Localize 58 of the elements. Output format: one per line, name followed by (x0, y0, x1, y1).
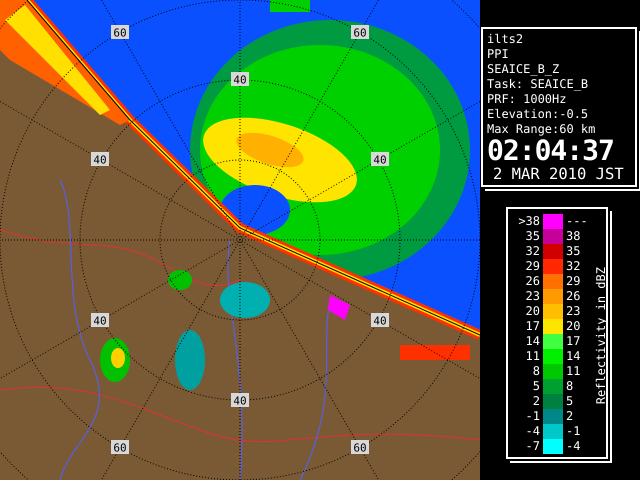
range-label: 60 (111, 440, 129, 454)
legend-value: 11 (566, 364, 582, 379)
radar-echo (100, 338, 130, 382)
radar-echo (400, 345, 470, 360)
radar-echo (220, 282, 270, 318)
range-label: 40 (231, 393, 249, 408)
legend-value: 5 (532, 379, 540, 394)
range-label: 40 (371, 313, 389, 328)
legend-value: 35 (524, 229, 540, 244)
legend-value: 26 (524, 274, 540, 289)
legend-value: 8 (532, 364, 540, 379)
legend-value: 20 (524, 304, 540, 319)
legend-value: -7 (524, 439, 540, 454)
date-text: 2 MAR 2010 JST (493, 165, 625, 183)
legend-value: 17 (524, 319, 540, 334)
info-text: ilts2 (487, 32, 524, 47)
range-label: 60 (351, 25, 369, 40)
legend-value: --- (566, 214, 589, 229)
legend-value: 20 (566, 319, 582, 334)
legend-value: 32 (566, 259, 582, 274)
legend-value: -1 (566, 424, 582, 439)
radar-echo (175, 330, 205, 390)
radar-echo (270, 0, 310, 12)
legend-value: 29 (566, 274, 582, 289)
info-text: Max Range:60 km (487, 122, 596, 137)
legend-value: 26 (566, 289, 582, 304)
legend-value: >38 (517, 214, 540, 229)
legend-value: 35 (566, 244, 582, 259)
legend-value: -4 (566, 439, 582, 454)
info-text: Elevation:-0.5 (487, 107, 590, 122)
legend-value: -4 (524, 424, 540, 439)
legend-value: 29 (524, 259, 540, 274)
info-text: PPI (487, 47, 510, 62)
range-label: 60 (111, 25, 129, 40)
legend-value: 5 (566, 394, 574, 409)
legend-value: 38 (566, 229, 582, 244)
range-label: 40 (91, 313, 109, 328)
legend-value: 8 (566, 379, 574, 394)
info-text: PRF: 1000Hz (487, 92, 568, 107)
range-label: 40 (231, 72, 249, 86)
range-label: 40 (371, 152, 389, 166)
info-text: Task: SEAICE_B (487, 77, 590, 92)
range-label: 60 (351, 440, 369, 454)
time-text: 02:04:37 (487, 137, 615, 165)
legend-value: 23 (566, 304, 582, 319)
radar-echo (328, 295, 350, 320)
legend-value: 17 (566, 334, 582, 349)
legend-value: -1 (524, 409, 540, 424)
legend-value: 14 (524, 334, 540, 349)
legend-value: 23 (524, 289, 540, 304)
info-text: SEAICE_B_Z (487, 62, 560, 77)
legend-value: 2 (566, 409, 574, 424)
legend-value: 11 (524, 349, 540, 364)
legend-title: Reflectivity in dBZ (594, 266, 608, 404)
range-label: 40 (91, 152, 109, 166)
legend-value: 2 (532, 394, 540, 409)
legend-value: 32 (524, 244, 540, 259)
legend-value: 14 (566, 349, 582, 364)
